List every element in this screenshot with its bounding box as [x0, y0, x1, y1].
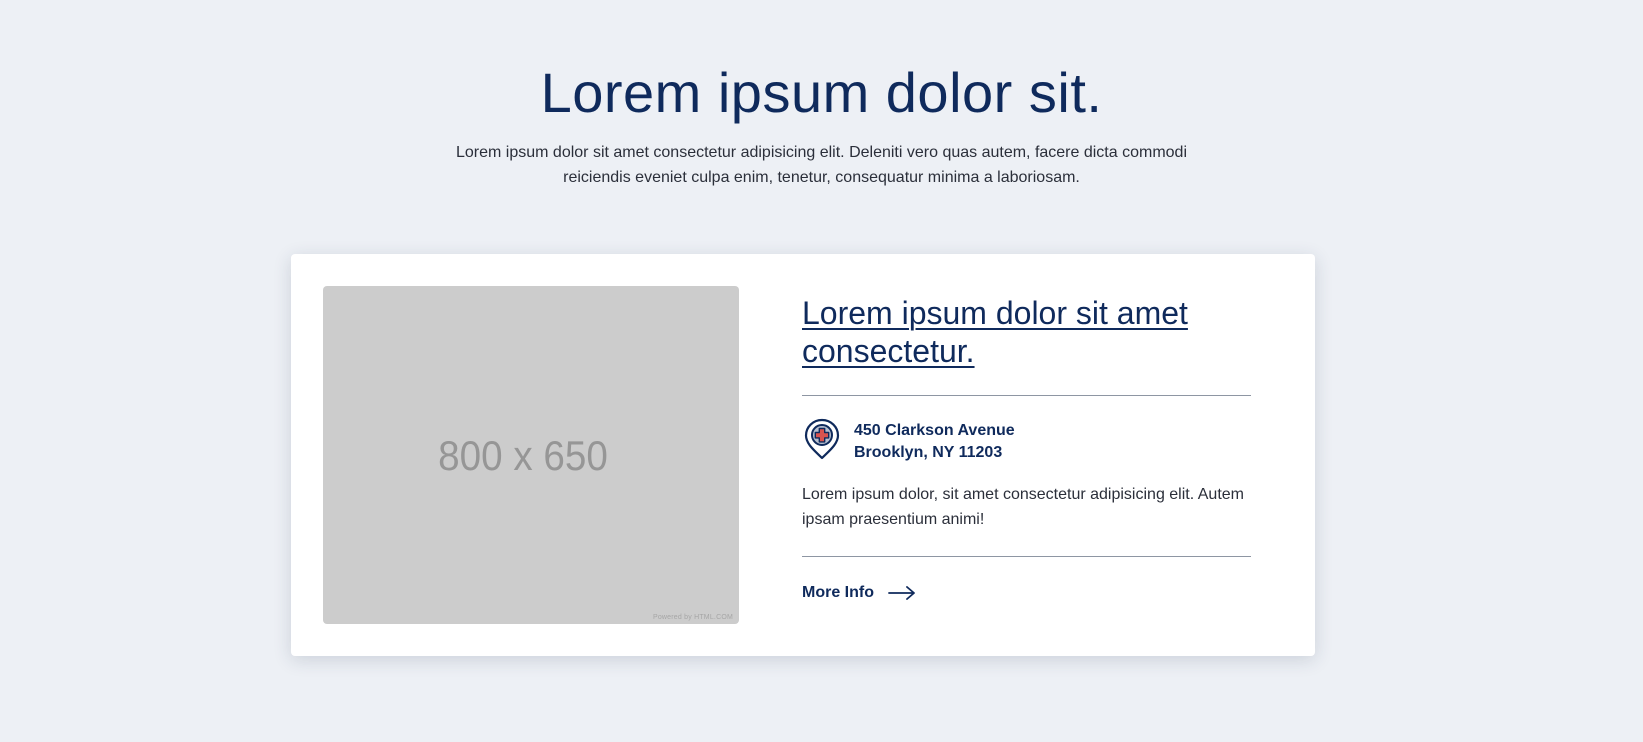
location-pin-medical-icon	[804, 418, 840, 460]
divider	[802, 395, 1251, 396]
arrow-right-icon	[888, 586, 915, 600]
page: Lorem ipsum dolor sit. Lorem ipsum dolor…	[0, 0, 1643, 742]
card-title-link[interactable]: Lorem ipsum dolor sit amet consectetur.	[802, 294, 1242, 370]
address-text: 450 Clarkson Avenue Brooklyn, NY 11203	[854, 420, 1015, 464]
more-info-label: More Info	[802, 584, 874, 601]
placeholder-credit: Powered by HTML.COM	[652, 614, 733, 621]
divider	[802, 556, 1251, 557]
card-info: Lorem ipsum dolor sit amet consectetur. …	[802, 294, 1251, 601]
location-card: 800 x 650 Powered by HTML.COM Lorem ipsu…	[291, 254, 1315, 656]
address-line-1: 450 Clarkson Avenue	[854, 422, 1015, 439]
page-subtitle: Lorem ipsum dolor sit amet consectetur a…	[456, 144, 1187, 186]
placeholder-dimensions: 800 x 650	[438, 432, 608, 479]
address-line-2: Brooklyn, NY 11203	[854, 444, 1003, 461]
page-title: Lorem ipsum dolor sit.	[540, 61, 1103, 124]
more-info-link[interactable]: More Info	[802, 584, 916, 602]
card-description: Lorem ipsum dolor, sit amet consectetur …	[802, 486, 1244, 528]
placeholder-image: 800 x 650 Powered by HTML.COM	[323, 286, 739, 624]
address-block: 450 Clarkson Avenue Brooklyn, NY 11203	[802, 418, 1015, 464]
